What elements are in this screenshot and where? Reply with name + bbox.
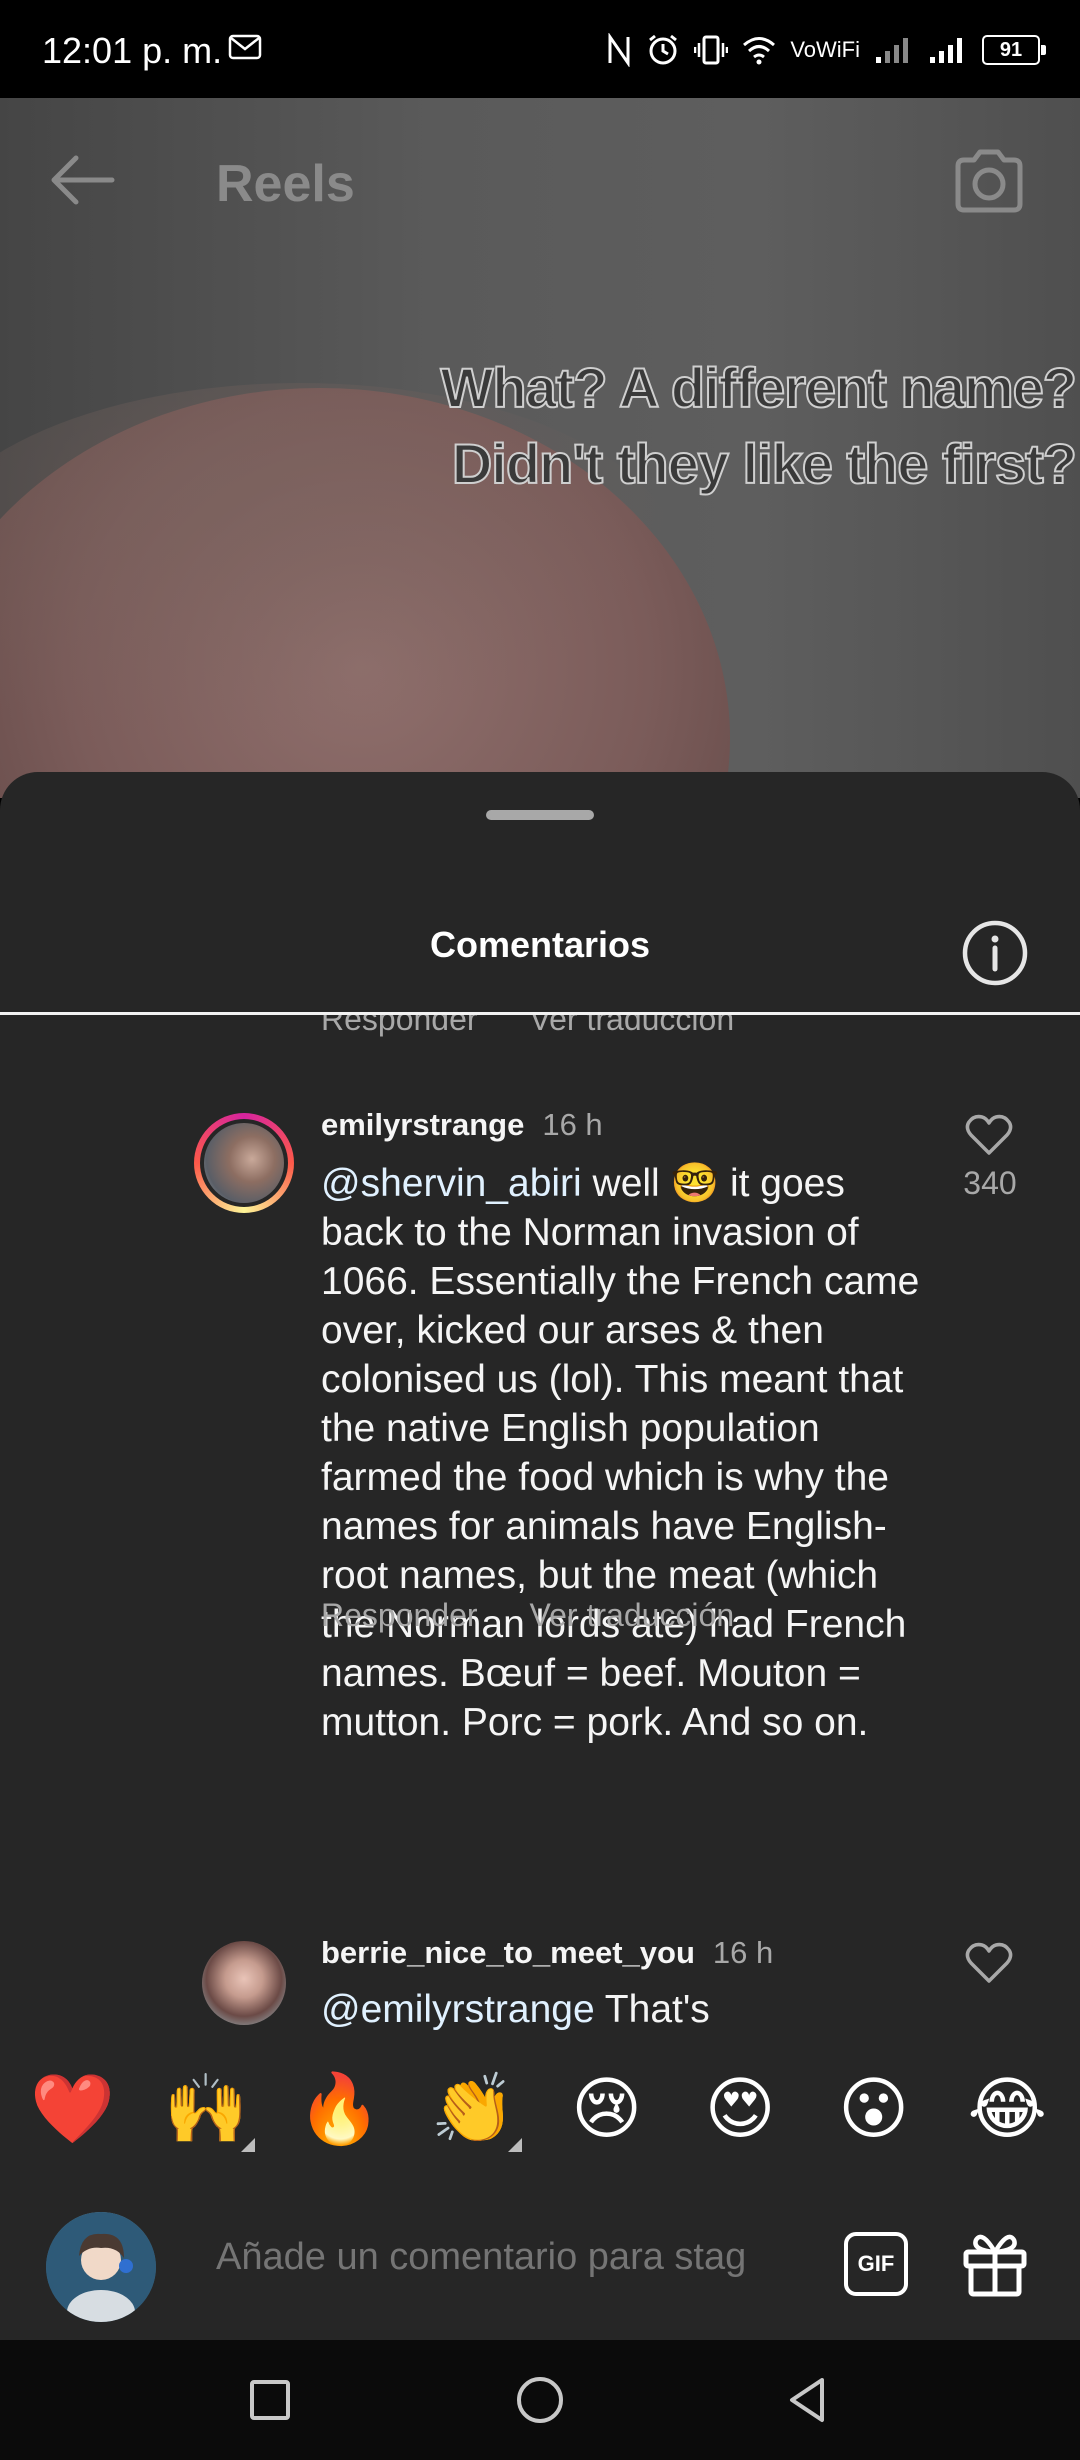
like-count: 340 [963,1165,1017,1201]
mention-link[interactable]: @shervin_abiri [321,1162,582,1205]
caption-line-2: Didn't they like the first? [451,431,1078,496]
like-heart-icon[interactable] [964,1941,1014,1985]
comment-time: 16 h [542,1107,603,1142]
recents-button-icon[interactable] [240,2370,300,2430]
drag-handle[interactable] [486,810,594,820]
like-heart-icon[interactable] [964,1113,1014,1157]
skin-tone-indicator [241,2138,256,2152]
mention-link[interactable]: @emilyrstrange [321,1988,595,2031]
avatar-illustration [46,2212,156,2322]
caption-line-1: What? A different name? [439,355,1078,420]
my-avatar [46,2212,156,2322]
comment-input[interactable] [216,2236,796,2279]
avatar [204,1123,284,1203]
mail-icon [228,34,262,60]
battery-indicator: 91 [982,35,1046,65]
emoji-tears-of-joy[interactable]: 😂 [952,2070,1062,2150]
reply-button[interactable]: Responder [321,1597,478,1634]
info-icon[interactable] [960,918,1030,988]
emoji-heart-eyes[interactable]: 😍 [685,2070,795,2150]
comment-time: 16 h [712,1935,774,1970]
signal-icon-2 [930,38,962,63]
reels-header: Reels [0,98,1080,268]
back-button-icon[interactable] [778,2370,838,2430]
emoji-fire[interactable]: 🔥 [285,2070,395,2150]
emoji-heart[interactable]: ❤️ [18,2070,128,2150]
alarm-icon [649,34,678,65]
status-time: 12:01 p. m. [42,30,223,71]
signal-icon-1 [876,38,908,63]
gif-button[interactable]: GIF [844,2232,908,2296]
vibrate-icon [694,35,729,65]
comment-text: @shervin_abiri well 🤓 it goes back to th… [321,1162,920,1744]
status-icons: VoWiFi 91 [606,28,1046,72]
back-arrow-icon[interactable] [46,150,118,210]
video-caption: What? A different name? Didn't they like… [439,350,1078,502]
emoji-open-mouth[interactable]: 😮 [819,2070,929,2150]
comment-actions: Responder Ver traducción [321,1597,734,1634]
emoji-crying-face[interactable]: 😢 [552,2070,662,2150]
page-title: Reels [216,155,355,213]
comments-list[interactable]: Responder Ver traducción emilyrstrange 16… [0,1015,1080,2055]
emoji-raising-hands[interactable]: 🙌 [151,2070,261,2152]
nfc-icon [608,33,630,67]
gift-icon[interactable] [960,2226,1030,2298]
comment-composer: GIF [0,2180,1080,2340]
comment-username[interactable]: emilyrstrange 16 h [321,1107,603,1143]
status-bar: 12:01 p. m. VoWiFi 91 [0,0,1080,98]
comment-text: @emilyrstrange That's [321,1988,710,2031]
emoji-reaction-bar: ❤️ 🙌 🔥 👏 😢 😍 😮 😂 [0,2040,1080,2180]
network-label: VoWiFi [790,37,860,62]
sheet-title: Comentarios [429,924,651,965]
avatar-story-ring[interactable] [194,1113,294,1213]
previous-comment-actions: Responder Ver traducción [321,1015,734,1038]
see-translation-button[interactable]: Ver traducción [530,1015,735,1038]
reply-button[interactable]: Responder [321,1015,478,1038]
emoji-clapping-hands[interactable]: 👏 [418,2070,528,2152]
avatar[interactable] [202,1941,286,2025]
home-button-icon[interactable] [510,2370,570,2430]
wifi-icon [743,37,776,65]
nerd-face-emoji: 🤓 [670,1162,720,1205]
see-translation-button[interactable]: Ver traducción [530,1597,735,1634]
system-nav-bar [0,2340,1080,2460]
camera-icon[interactable] [950,146,1028,216]
comment-username[interactable]: berrie_nice_to_meet_you 16 h [321,1935,773,1971]
skin-tone-indicator [508,2138,523,2152]
